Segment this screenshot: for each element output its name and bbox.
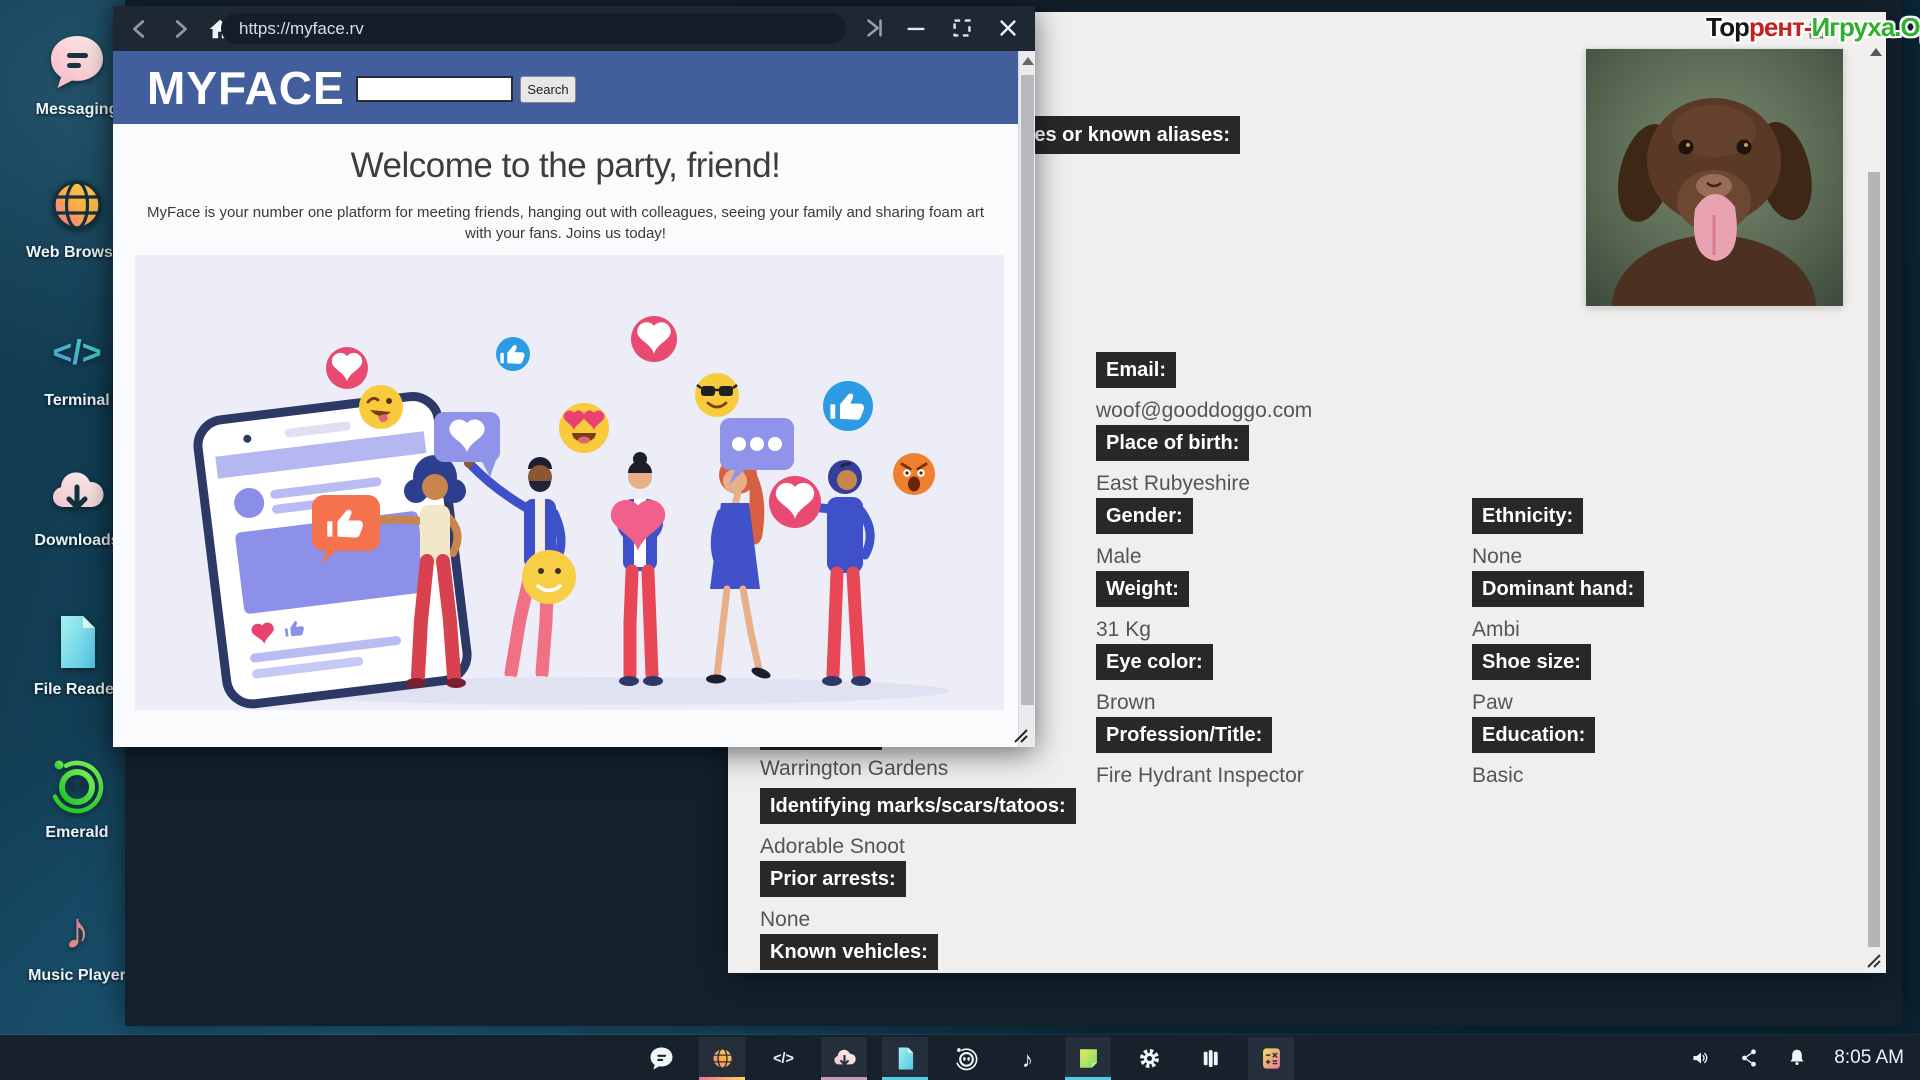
weight-label: Weight:	[1096, 571, 1189, 607]
known-vehicles-label: Known vehicles:	[760, 934, 938, 970]
education-label: Education:	[1472, 717, 1595, 753]
close-icon[interactable]	[995, 15, 1021, 41]
person-2	[464, 457, 576, 686]
desktop-icon-emerald[interactable]: Emerald	[22, 753, 132, 842]
volume-icon[interactable]	[1690, 1047, 1712, 1069]
gender-label: Gender:	[1096, 498, 1193, 534]
taskbar-settings[interactable]	[1126, 1037, 1172, 1080]
url-bar[interactable]: https://myface.rv	[221, 13, 846, 44]
taskbar-downloads[interactable]	[821, 1037, 867, 1080]
prior-arrests-value: None	[760, 908, 810, 932]
browser-scrollbar-thumb[interactable]	[1021, 75, 1034, 705]
ethnicity-label: Ethnicity:	[1472, 498, 1583, 534]
profile-photo	[1586, 49, 1843, 306]
email-value: woof@gooddoggo.com	[1096, 399, 1312, 423]
messaging-icon	[45, 30, 109, 94]
search-button[interactable]: Search	[520, 76, 576, 103]
identifying-marks-label: Identifying marks/scars/tatoos:	[760, 788, 1076, 824]
taskbar-terminal[interactable]: </>	[760, 1037, 806, 1080]
shoe-size-value: Paw	[1472, 691, 1513, 715]
messaging-icon	[648, 1045, 675, 1072]
document-icon	[45, 610, 109, 674]
code-icon: </>	[770, 1045, 797, 1072]
profile-scrollbar-thumb[interactable]	[1868, 172, 1880, 947]
minimize-icon[interactable]	[903, 15, 929, 41]
forward-icon[interactable]	[167, 16, 193, 42]
code-icon: </>	[45, 321, 109, 385]
watermark: Торрент-Игруха.Орг	[1706, 12, 1920, 43]
education-value: Basic	[1472, 764, 1523, 788]
panels-icon	[1197, 1045, 1224, 1072]
clock: 8:05 AM	[1834, 1047, 1904, 1069]
place-of-birth-label: Place of birth:	[1096, 425, 1249, 461]
taskbar-messaging[interactable]	[638, 1037, 684, 1080]
desktop-wallpaper: Messaging Web Browser </> Terminal Downl…	[0, 0, 1920, 1080]
taskbar-file-reader[interactable]	[882, 1037, 928, 1080]
desktop-icon-music-player[interactable]: ♪ Music Player	[22, 896, 132, 985]
myface-header: MYFACE Search	[113, 51, 1035, 124]
person-3	[611, 452, 665, 686]
browser-window: https://myface.rv MYFACE Search Welcome …	[113, 6, 1035, 747]
taskbar-calculator[interactable]	[1248, 1037, 1294, 1080]
svg-text:</>: </>	[773, 1051, 794, 1067]
sticky-note-icon	[1075, 1045, 1102, 1072]
taskbar: </> ♪	[0, 1035, 1920, 1080]
taskbar-notes[interactable]	[1065, 1037, 1111, 1080]
taskbar-music-player[interactable]: ♪	[1004, 1037, 1050, 1080]
calculator-icon	[1258, 1045, 1285, 1072]
emerald-face-icon	[45, 753, 109, 817]
share-icon[interactable]	[1738, 1047, 1760, 1069]
desktop-icon-label: Emerald	[22, 824, 132, 842]
svg-text:♪: ♪	[1022, 1047, 1033, 1072]
page-title: Welcome to the party, friend!	[113, 146, 1018, 186]
dominant-hand-value: Ambi	[1472, 618, 1520, 642]
profession-value: Fire Hydrant Inspector	[1096, 764, 1304, 788]
go-icon[interactable]	[861, 15, 887, 41]
globe-icon	[45, 173, 109, 237]
gear-icon	[1136, 1045, 1163, 1072]
music-note-icon: ♪	[45, 896, 109, 960]
svg-text:♪: ♪	[64, 902, 90, 960]
browser-titlebar: https://myface.rv	[113, 6, 1035, 51]
weight-value: 31 Kg	[1096, 618, 1151, 642]
page-description: MyFace is your number one platform for m…	[143, 202, 988, 244]
cloud-download-icon	[831, 1045, 858, 1072]
address-value: Warrington Gardens	[760, 757, 948, 781]
bell-icon[interactable]	[1786, 1047, 1808, 1069]
social-illustration	[135, 255, 1004, 710]
taskbar-window-switcher[interactable]	[1187, 1037, 1233, 1080]
globe-icon	[709, 1045, 736, 1072]
svg-text:</>: </>	[52, 334, 101, 372]
place-of-birth-value: East Rubyeshire	[1096, 472, 1250, 496]
gender-value: Male	[1096, 545, 1142, 569]
desktop-icon-label: Music Player	[22, 967, 132, 985]
email-label: Email:	[1096, 352, 1176, 388]
ethnicity-value: None	[1472, 545, 1522, 569]
taskbar-emerald[interactable]	[943, 1037, 989, 1080]
dominant-hand-label: Dominant hand:	[1472, 571, 1644, 607]
shoe-size-label: Shoe size:	[1472, 644, 1591, 680]
eye-color-label: Eye color:	[1096, 644, 1213, 680]
taskbar-web-browser[interactable]	[699, 1037, 745, 1080]
back-icon[interactable]	[127, 16, 153, 42]
identifying-marks-value: Adorable Snoot	[760, 835, 905, 859]
cloud-download-icon	[45, 461, 109, 525]
maximize-icon[interactable]	[949, 15, 975, 41]
person-4	[706, 456, 772, 684]
prior-arrests-label: Prior arrests:	[760, 861, 906, 897]
profession-label: Profession/Title:	[1096, 717, 1272, 753]
resize-handle-icon[interactable]	[1011, 726, 1029, 744]
document-icon	[892, 1045, 919, 1072]
music-note-icon: ♪	[1014, 1045, 1041, 1072]
profile-scrollbar[interactable]	[1867, 42, 1882, 967]
myface-logo: MYFACE	[147, 61, 345, 115]
search-input[interactable]	[356, 76, 513, 102]
eye-color-value: Brown	[1096, 691, 1156, 715]
browser-scrollbar[interactable]	[1018, 51, 1035, 747]
emerald-face-icon	[953, 1045, 980, 1072]
resize-handle-icon[interactable]	[1864, 951, 1882, 969]
